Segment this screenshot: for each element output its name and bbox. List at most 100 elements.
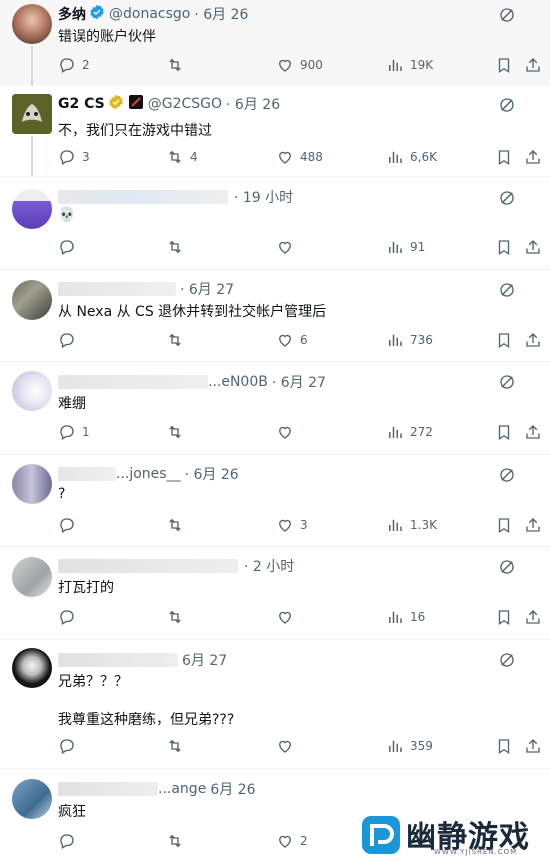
retweet-button[interactable]	[166, 608, 190, 626]
tweet-8[interactable]: 6月 27 兄弟？？？ 我尊重这种磨练，但兄弟??? 359	[0, 640, 550, 768]
share-button[interactable]	[524, 238, 542, 256]
retweet-button[interactable]	[166, 423, 190, 441]
grok-icon[interactable]	[498, 6, 516, 24]
reply-button[interactable]	[58, 832, 82, 850]
views-button[interactable]: 16	[386, 608, 425, 626]
avatar[interactable]	[12, 94, 52, 134]
reply-button[interactable]	[58, 608, 82, 626]
timestamp[interactable]: · 6月 26	[185, 464, 239, 484]
reply-button[interactable]	[58, 238, 82, 256]
retweet-button[interactable]	[166, 56, 190, 74]
share-button[interactable]	[524, 56, 542, 74]
avatar[interactable]	[12, 280, 52, 320]
tweet-7[interactable]: · 2 小时 打瓦打的 16	[0, 547, 550, 639]
retweet-button[interactable]	[166, 737, 190, 755]
author-name[interactable]: 多纳	[58, 4, 86, 24]
timestamp[interactable]: · 6月 26	[226, 94, 280, 114]
avatar[interactable]	[12, 557, 52, 597]
avatar[interactable]	[12, 189, 52, 229]
views-button[interactable]: 272	[386, 423, 433, 441]
views-chart-icon	[389, 426, 402, 438]
share-button[interactable]	[524, 737, 542, 755]
views-count: 272	[410, 425, 433, 439]
author-handle[interactable]: @G2CSGO	[148, 96, 222, 112]
retweet-button[interactable]	[166, 238, 190, 256]
bookmark-button[interactable]	[495, 238, 513, 256]
avatar[interactable]	[12, 371, 52, 411]
tweet-text: 兄弟？？？	[58, 674, 128, 690]
reply-count: 1	[82, 425, 90, 439]
timestamp[interactable]: 6月 26	[210, 779, 255, 799]
views-button[interactable]: 91	[386, 238, 425, 256]
like-button[interactable]: 3	[276, 516, 308, 534]
reply-button[interactable]	[58, 737, 82, 755]
timestamp[interactable]: 6月 27	[182, 650, 227, 670]
reply-button[interactable]	[58, 331, 82, 349]
retweet-button[interactable]: 4	[166, 148, 198, 166]
author-handle[interactable]: ...jones__	[116, 466, 181, 482]
bookmark-button[interactable]	[495, 56, 513, 74]
author-handle[interactable]: ...ange	[158, 781, 206, 797]
tweet-5[interactable]: ...eN00B · 6月 27 难绷 1 272	[0, 362, 550, 454]
heart-icon	[279, 519, 291, 532]
views-button[interactable]: 359	[386, 737, 433, 755]
bookmark-button[interactable]	[495, 148, 513, 166]
avatar[interactable]	[12, 648, 52, 688]
like-button[interactable]: 488	[276, 148, 323, 166]
reply-button[interactable]	[58, 516, 82, 534]
grok-icon[interactable]	[498, 466, 516, 484]
tweet-4[interactable]: · 6月 27 从 Nexa 从 CS 退休并转到社交帐户管理后 6 736	[0, 270, 550, 361]
retweet-button[interactable]	[166, 516, 190, 534]
tweet-2[interactable]: G2 CS @G2CSGO · 6月 26 不，我们只在游戏中错过 3 4 48…	[0, 86, 550, 176]
like-button[interactable]	[276, 608, 300, 626]
timestamp[interactable]: · 6月 27	[180, 279, 234, 299]
author-name[interactable]: G2 CS	[58, 96, 105, 112]
author-handle[interactable]: ...eN00B	[208, 374, 268, 390]
author-handle[interactable]: @donacsgo	[109, 6, 190, 22]
retweet-button[interactable]	[166, 832, 190, 850]
bookmark-button[interactable]	[495, 516, 513, 534]
like-button[interactable]	[276, 737, 300, 755]
tweet-3[interactable]: · 19 小时 💀 91	[0, 177, 550, 269]
retweet-icon	[169, 150, 181, 164]
bookmark-button[interactable]	[495, 423, 513, 441]
timestamp[interactable]: · 2 小时	[244, 556, 294, 576]
timestamp[interactable]: · 6月 26	[194, 4, 248, 24]
grok-icon[interactable]	[498, 189, 516, 207]
timestamp[interactable]: · 19 小时	[234, 187, 293, 207]
share-button[interactable]	[524, 331, 542, 349]
bookmark-button[interactable]	[495, 608, 513, 626]
like-button[interactable]	[276, 423, 300, 441]
reply-button[interactable]: 1	[58, 423, 90, 441]
share-button[interactable]	[524, 148, 542, 166]
avatar[interactable]	[12, 4, 52, 44]
share-button[interactable]	[524, 423, 542, 441]
share-button[interactable]	[524, 516, 542, 534]
reply-button[interactable]: 2	[58, 56, 90, 74]
share-button[interactable]	[524, 608, 542, 626]
timestamp[interactable]: · 6月 27	[272, 372, 326, 392]
like-button[interactable]: 6	[276, 331, 308, 349]
grok-icon[interactable]	[498, 651, 516, 669]
retweet-icon	[169, 425, 181, 439]
views-button[interactable]: 1.3K	[386, 516, 437, 534]
grok-icon[interactable]	[498, 558, 516, 576]
grok-icon[interactable]	[498, 96, 516, 114]
like-button[interactable]	[276, 238, 300, 256]
avatar[interactable]	[12, 464, 52, 504]
tweet-1[interactable]: 多纳 @donacsgo · 6月 26 错误的账户伙伴 2 900 19K	[0, 0, 550, 86]
reply-button[interactable]: 3	[58, 148, 90, 166]
views-button[interactable]: 6,6K	[386, 148, 437, 166]
site-watermark: 幽静游戏 WWW.YJISREN.COM	[360, 810, 546, 860]
like-button[interactable]: 2	[276, 832, 308, 850]
bookmark-button[interactable]	[495, 737, 513, 755]
like-button[interactable]: 900	[276, 56, 323, 74]
grok-icon[interactable]	[498, 373, 516, 391]
views-button[interactable]: 19K	[386, 56, 433, 74]
avatar[interactable]	[12, 779, 52, 819]
views-button[interactable]: 736	[386, 331, 433, 349]
retweet-button[interactable]	[166, 331, 190, 349]
grok-icon[interactable]	[498, 281, 516, 299]
bookmark-button[interactable]	[495, 331, 513, 349]
tweet-6[interactable]: ...jones__ · 6月 26 ? 3 1.3K	[0, 455, 550, 546]
